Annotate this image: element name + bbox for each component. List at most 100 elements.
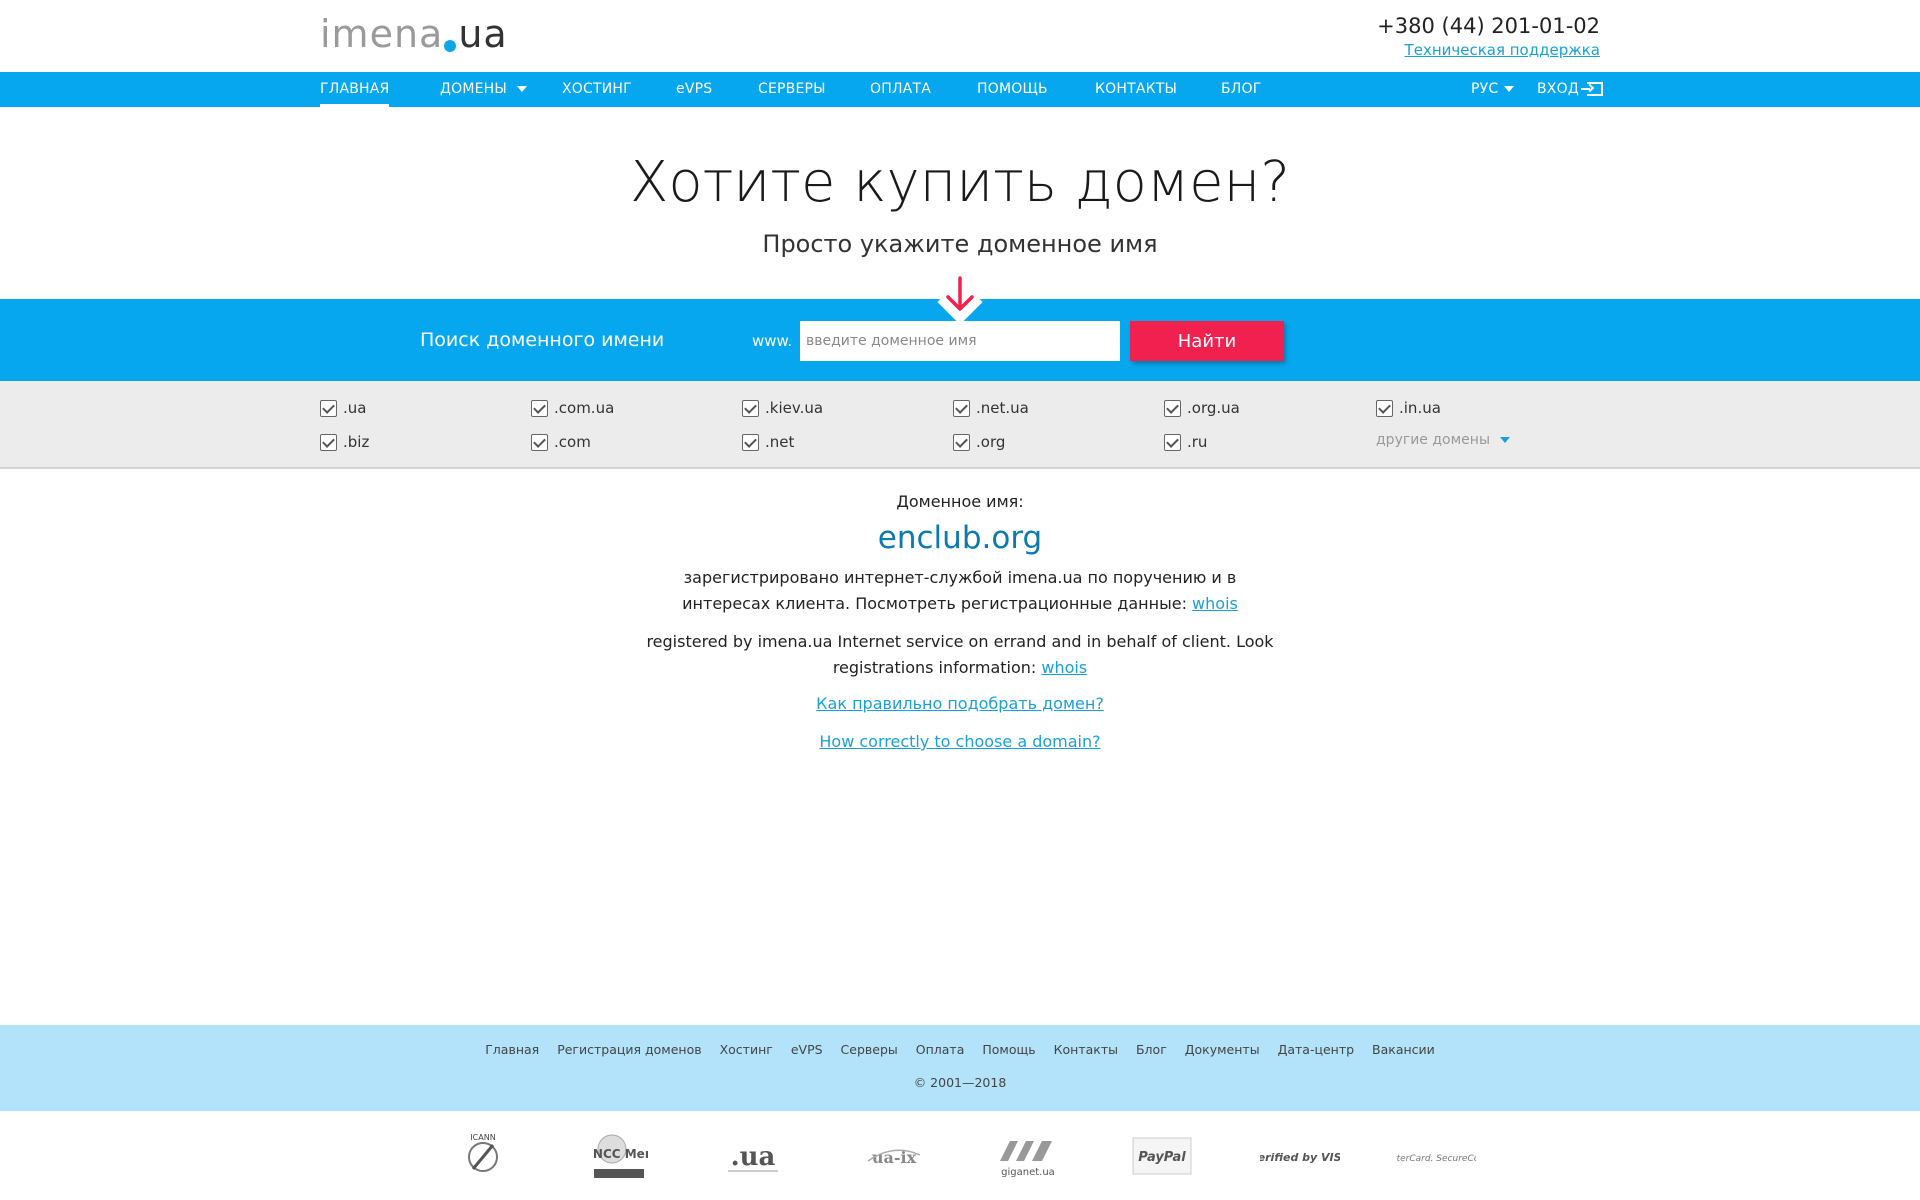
ua-logo[interactable]: .ua (722, 1131, 784, 1181)
tld-label: .org.ua (1187, 399, 1240, 417)
visa-text: Verified by VISA (1260, 1151, 1340, 1164)
tld-checkbox-net-ua[interactable]: .net.ua (953, 399, 1029, 417)
footer-link-vacancies[interactable]: Вакансии (1372, 1042, 1435, 1057)
footer-link-payment[interactable]: Оплата (916, 1042, 965, 1057)
tld-label: .com (554, 433, 591, 451)
nav-item-evps[interactable]: eVPS (676, 72, 712, 107)
tld-label: .com.ua (554, 399, 615, 417)
checkbox-icon (953, 433, 970, 451)
footer-link-servers[interactable]: Серверы (841, 1042, 898, 1057)
nav-item-domains[interactable]: ДОМЕНЫ (440, 72, 527, 107)
phone-number: +380 (44) 201-01-02 (1377, 14, 1600, 38)
checkbox-icon (531, 433, 548, 451)
footer-link-evps[interactable]: eVPS (791, 1042, 823, 1057)
tld-checkbox-net[interactable]: .net (742, 433, 794, 451)
chevron-down-icon (516, 86, 527, 92)
nav-item-domains-label: ДОМЕНЫ (440, 81, 507, 97)
ripe-logo[interactable]: RIPE NCC Member (590, 1131, 648, 1181)
howto-link-ru[interactable]: Как правильно подобрать домен? (816, 694, 1104, 713)
nav-item-payment[interactable]: ОПЛАТА (870, 72, 931, 107)
footer: Главная Регистрация доменов Хостинг eVPS Сер… (0, 1025, 1920, 1111)
tld-label: .net.ua (976, 399, 1029, 417)
footer-link-documents[interactable]: Документы (1185, 1042, 1260, 1057)
domain-name-label: Доменное имя: (896, 492, 1024, 511)
icann-logo[interactable]: ICANN (455, 1131, 511, 1181)
checkbox-icon (1164, 399, 1181, 417)
registration-text-ru: зарегистрировано интернет-службой imena.… (682, 568, 1237, 613)
search-button[interactable]: Найти (1130, 321, 1284, 361)
tld-checkbox-com-ua[interactable]: .com.ua (531, 399, 614, 417)
footer-link-domain-registration[interactable]: Регистрация доменов (557, 1042, 701, 1057)
partner-logos: ICANN RIPE NCC Member .ua ua-ix giganet.… (0, 1111, 1920, 1200)
whois-link-en[interactable]: whois (1041, 658, 1087, 677)
logo[interactable]: imena ua (320, 12, 508, 56)
verified-by-visa-logo[interactable]: Verified by VISA (1260, 1131, 1340, 1181)
footer-links: Главная Регистрация доменов Хостинг eVPS Сер… (0, 1042, 1920, 1057)
nav-item-home[interactable]: ГЛАВНАЯ (320, 72, 390, 107)
uaix-logo[interactable]: ua-ix (862, 1131, 926, 1181)
checkbox-icon (320, 433, 337, 451)
tld-label: .kiev.ua (765, 399, 824, 417)
ua-text: .ua (731, 1142, 776, 1172)
tld-label: .ru (1187, 433, 1208, 451)
tld-label: .ua (343, 399, 367, 417)
ua-icon: .ua (728, 1142, 778, 1172)
mastercard-icon: MasterCard. SecureCode. (1396, 1154, 1476, 1164)
tld-checkbox-com[interactable]: .com (531, 433, 591, 451)
nav-item-contacts[interactable]: КОНТАКТЫ (1095, 72, 1177, 107)
footer-link-home[interactable]: Главная (485, 1042, 539, 1057)
icann-icon: ICANN (468, 1133, 498, 1172)
checkbox-icon (531, 399, 548, 417)
support-link[interactable]: Техническая поддержка (1405, 41, 1600, 59)
checkbox-icon (742, 399, 759, 417)
tld-checkbox-biz[interactable]: .biz (320, 433, 369, 451)
paypal-icon: PayPal (1132, 1137, 1192, 1175)
logo-suffix: ua (458, 12, 508, 56)
chevron-down-icon (1500, 437, 1510, 443)
tld-options (0, 381, 1920, 469)
tld-checkbox-ru[interactable]: .ru (1164, 433, 1207, 451)
tld-label: .net (765, 433, 795, 451)
other-domains-label: другие домены (1376, 432, 1490, 448)
footer-link-help[interactable]: Помощь (982, 1042, 1035, 1057)
tld-checkbox-in-ua[interactable]: .in.ua (1376, 399, 1441, 417)
howto-link-en[interactable]: How correctly to choose a domain? (819, 732, 1100, 751)
logo-dot-icon (444, 40, 457, 52)
giganet-icon: giganet.ua (1000, 1141, 1055, 1178)
footer-link-datacenter[interactable]: Дата-центр (1278, 1042, 1354, 1057)
checkbox-icon (742, 433, 759, 451)
login-icon (1580, 82, 1603, 96)
mastercard-logo[interactable]: MasterCard. SecureCode. (1396, 1131, 1476, 1181)
tld-checkbox-kiev-ua[interactable]: .kiev.ua (742, 399, 823, 417)
checkbox-icon (320, 399, 337, 417)
giganet-logo[interactable]: giganet.ua (996, 1131, 1060, 1181)
tld-label: .in.ua (1399, 399, 1441, 417)
footer-link-hosting[interactable]: Хостинг (720, 1042, 773, 1057)
nav-item-hosting[interactable]: ХОСТИНГ (562, 72, 632, 107)
header: imena ua +380 (44) 201-01-02 Техническая … (0, 0, 1920, 72)
nav-item-blog[interactable]: БЛОГ (1221, 72, 1262, 107)
giganet-text: giganet.ua (1001, 1167, 1055, 1178)
nav-item-servers[interactable]: СЕРВЕРЫ (758, 72, 826, 107)
paypal-logo[interactable]: PayPal (1132, 1131, 1192, 1181)
footer-link-blog[interactable]: Блог (1136, 1042, 1167, 1057)
main-nav: ГЛАВНАЯ ДОМЕНЫ ХОСТИНГ eVPS СЕРВЕРЫ ОПЛА… (0, 72, 1920, 107)
arrow-down-icon (946, 276, 974, 311)
other-domains-toggle[interactable]: другие домены (1376, 432, 1510, 448)
tld-checkbox-org[interactable]: .org (953, 433, 1005, 451)
tld-checkbox-org-ua[interactable]: .org.ua (1164, 399, 1240, 417)
checkbox-icon (1376, 399, 1393, 417)
footer-link-contacts[interactable]: Контакты (1054, 1042, 1118, 1057)
whois-link-ru[interactable]: whois (1192, 594, 1238, 613)
uaix-icon: ua-ix (867, 1148, 921, 1167)
login-button[interactable]: ВХОД (1537, 72, 1603, 107)
nav-item-help[interactable]: ПОМОЩЬ (977, 72, 1048, 107)
visa-icon: Verified by VISA (1260, 1151, 1340, 1164)
logo-main: imena (320, 12, 444, 56)
tld-checkbox-ua[interactable]: .ua (320, 399, 366, 417)
language-select[interactable]: РУС (1471, 72, 1515, 107)
search-label: Поиск доменного имени (420, 329, 665, 351)
page-subtitle: Просто укажите доменное имя (762, 230, 1158, 258)
domain-search-input[interactable] (800, 321, 1120, 361)
mastercard-text: MasterCard. SecureCode. (1396, 1154, 1476, 1164)
